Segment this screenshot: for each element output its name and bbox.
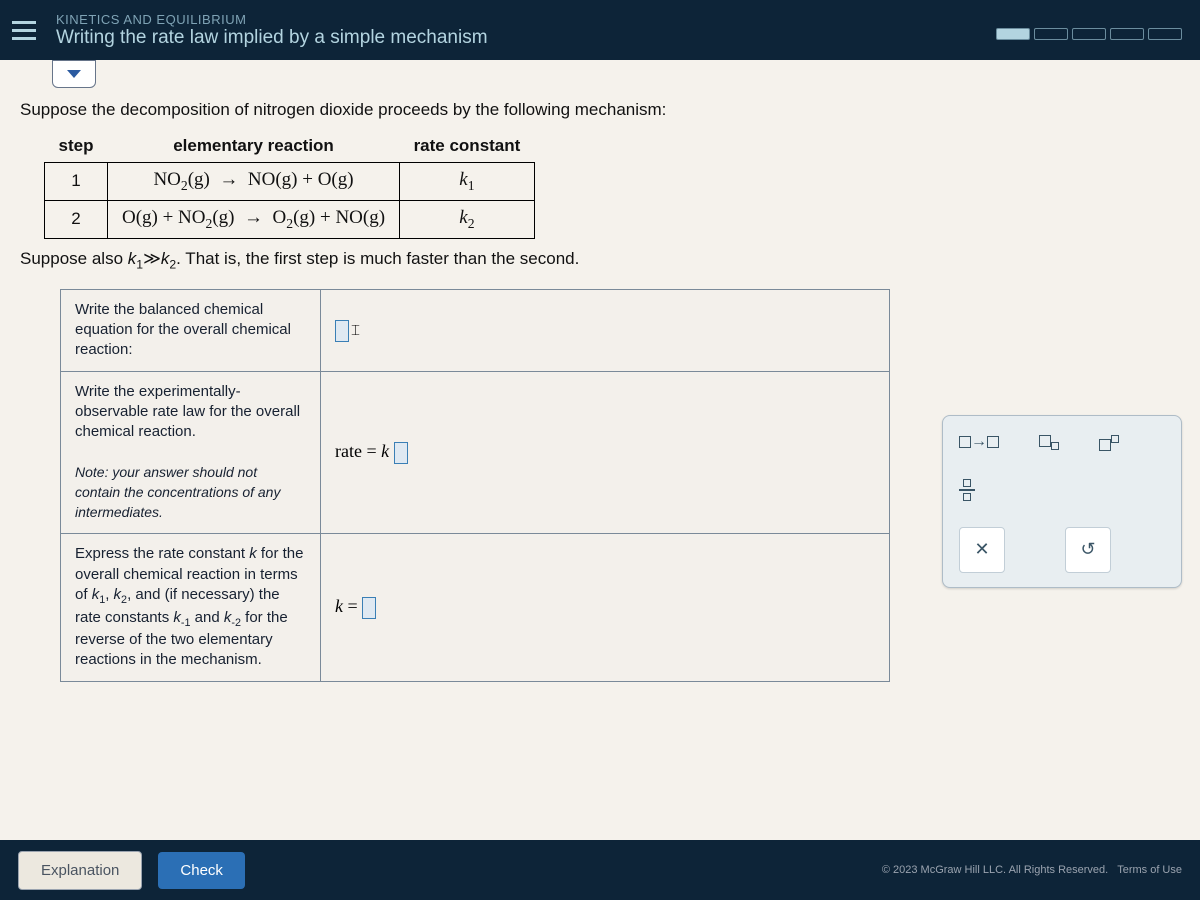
text-cursor-icon: ⌶ — [351, 322, 360, 340]
chevron-down-icon — [67, 70, 81, 78]
x-icon: ✕ — [974, 539, 989, 560]
breadcrumb: KINETICS AND EQUILIBRIUM — [56, 12, 488, 27]
equation-placeholder-icon — [335, 320, 349, 342]
subscript-tool[interactable] — [1039, 432, 1059, 452]
reset-button[interactable]: ↺ — [1065, 527, 1111, 573]
terms-link[interactable]: Terms of Use — [1117, 864, 1182, 876]
rate-placeholder-icon — [394, 442, 408, 464]
mechanism-table: step elementary reaction rate constant 1… — [44, 130, 535, 239]
mech-row-1: 1 NO2(g) → NO(g) + O(g) k1 — [45, 163, 535, 201]
copyright: © 2023 McGraw Hill LLC. All Rights Reser… — [882, 864, 1182, 876]
arrow-tool[interactable]: → — [959, 433, 999, 451]
k-placeholder-icon — [362, 597, 376, 619]
equation-tool-panel: → ✕ ↺ — [942, 415, 1182, 588]
check-button[interactable]: Check — [158, 852, 245, 889]
mech-row-2: 2 O(g) + NO2(g) → O2(g) + NO(g) k2 — [45, 200, 535, 238]
prompt-overall-equation: Write the balanced chemical equation for… — [61, 289, 321, 371]
clear-button[interactable]: ✕ — [959, 527, 1005, 573]
reaction-1: NO2(g) → NO(g) + O(g) — [107, 163, 399, 201]
superscript-tool[interactable] — [1099, 430, 1119, 453]
col-reaction: elementary reaction — [107, 130, 399, 163]
prompt-rate-law: Write the experimentally-observable rate… — [61, 371, 321, 534]
k2: k2 — [400, 200, 535, 238]
page-title: Writing the rate law implied by a simple… — [56, 27, 488, 49]
answer-table: Write the balanced chemical equation for… — [60, 289, 890, 682]
input-overall-equation[interactable]: ⌶ — [321, 289, 890, 371]
question-intro: Suppose the decomposition of nitrogen di… — [20, 100, 1180, 120]
hamburger-menu-icon[interactable] — [12, 21, 36, 40]
input-rate-constant[interactable]: k = — [321, 534, 890, 681]
prompt-rate-constant: Express the rate constant k for the over… — [61, 534, 321, 681]
question-hint: Suppose also k1≫k2. That is, the first s… — [20, 249, 1180, 271]
fraction-tool[interactable] — [959, 479, 975, 500]
progress-indicator — [996, 28, 1182, 40]
col-k: rate constant — [400, 130, 535, 163]
reset-icon: ↺ — [1080, 539, 1095, 560]
input-rate-law[interactable]: rate = k — [321, 371, 890, 534]
bottom-bar: Explanation Check © 2023 McGraw Hill LLC… — [0, 840, 1200, 900]
col-step: step — [45, 130, 108, 163]
top-bar: KINETICS AND EQUILIBRIUM Writing the rat… — [0, 0, 1200, 60]
explanation-button[interactable]: Explanation — [18, 851, 142, 890]
question-dropdown-toggle[interactable] — [52, 60, 96, 88]
k1: k1 — [400, 163, 535, 201]
question-area: Suppose the decomposition of nitrogen di… — [0, 60, 1200, 900]
reaction-2: O(g) + NO2(g) → O2(g) + NO(g) — [107, 200, 399, 238]
